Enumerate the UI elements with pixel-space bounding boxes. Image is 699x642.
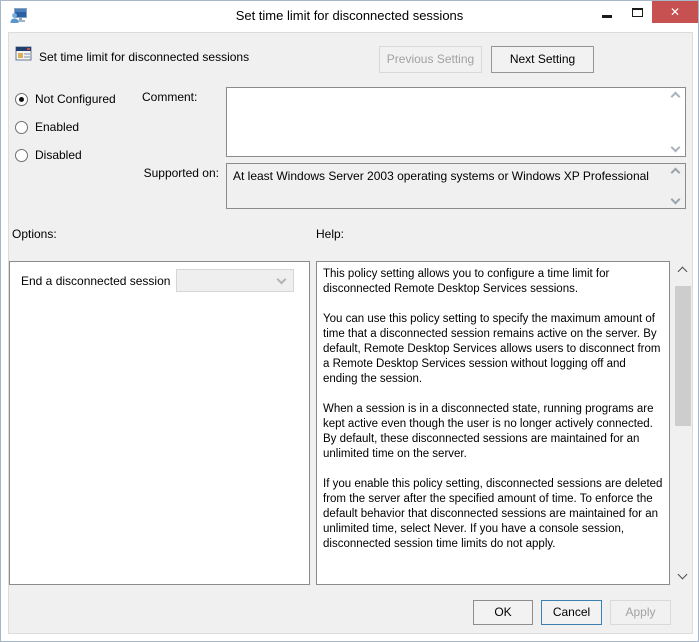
help-scrollbar[interactable] [674,262,692,584]
close-button[interactable]: ✕ [652,1,698,23]
radio-unselected-icon [15,121,28,134]
scroll-up-icon [671,168,681,178]
radio-label: Not Configured [35,92,116,106]
setting-name-label: Set time limit for disconnected sessions [39,50,249,64]
cancel-button[interactable]: Cancel [541,600,602,625]
supported-scrollbar[interactable] [668,165,684,207]
next-setting-button[interactable]: Next Setting [491,46,594,73]
dialog-window: Set time limit for disconnected sessions… [0,0,699,642]
scroll-up-icon [671,92,681,102]
scrollbar-thumb[interactable] [675,286,691,426]
previous-setting-button[interactable]: Previous Setting [379,46,482,73]
radio-disabled[interactable]: Disabled [15,148,82,162]
options-panel: End a disconnected session [9,261,310,585]
radio-selected-icon [15,93,28,106]
title-bar: Set time limit for disconnected sessions… [1,1,698,31]
help-paragraph: If you enable this policy setting, disco… [323,477,663,552]
end-session-dropdown[interactable] [176,269,294,292]
comment-input[interactable] [227,88,667,156]
comment-scrollbar[interactable] [668,89,684,155]
ok-button[interactable]: OK [473,600,533,625]
radio-unselected-icon [15,149,28,162]
supported-on-label: Supported on: [101,166,219,180]
comment-label: Comment: [142,90,197,104]
policy-setting-icon [15,45,32,62]
help-paragraph: This policy setting allows you to config… [323,267,663,297]
chevron-down-icon [277,275,287,285]
supported-on-box: At least Windows Server 2003 operating s… [226,163,686,209]
radio-enabled[interactable]: Enabled [15,120,79,134]
help-paragraph: You can use this policy setting to speci… [323,312,663,387]
scroll-down-button[interactable] [674,568,692,584]
minimize-icon [602,15,612,18]
scroll-up-button[interactable] [674,262,692,278]
help-text: This policy setting allows you to config… [317,262,669,572]
scroll-down-icon [678,570,688,580]
supported-on-value: At least Windows Server 2003 operating s… [233,169,653,183]
window-controls: ✕ [592,1,698,23]
scroll-down-icon [671,143,681,153]
scroll-up-icon [678,267,688,277]
radio-label: Enabled [35,120,79,134]
radio-label: Disabled [35,148,82,162]
help-paragraph: When a session is in a disconnected stat… [323,402,663,462]
close-icon: ✕ [670,5,680,19]
apply-button[interactable]: Apply [610,600,671,625]
options-section-label: Options: [12,227,57,241]
minimize-button[interactable] [592,1,622,23]
scroll-down-icon [671,195,681,205]
radio-not-configured[interactable]: Not Configured [15,92,116,106]
help-panel: This policy setting allows you to config… [316,261,670,585]
comment-box [226,87,686,157]
help-section-label: Help: [316,227,344,241]
end-session-label: End a disconnected session [21,274,170,288]
maximize-icon [632,8,643,17]
maximize-button[interactable] [622,1,652,23]
